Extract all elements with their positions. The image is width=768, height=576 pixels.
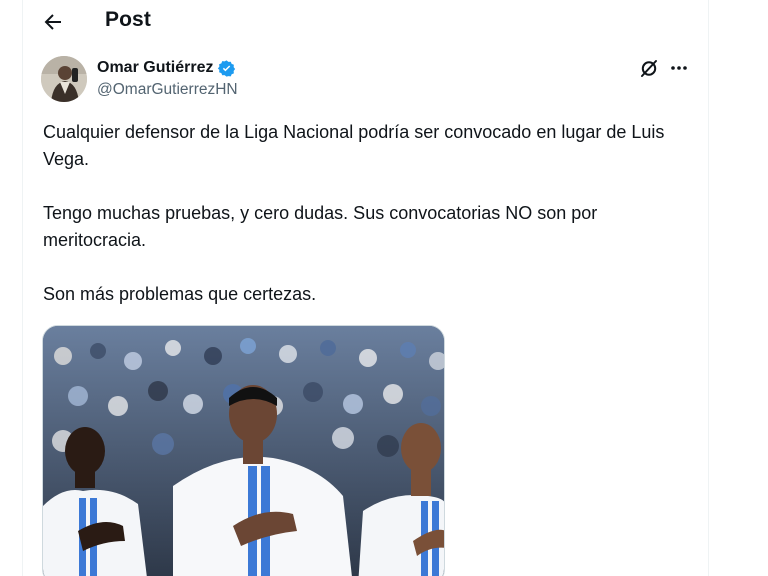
page-title: Post [105, 8, 151, 31]
arrow-left-icon [44, 14, 61, 30]
avatar-image [41, 56, 87, 102]
author-handle[interactable]: @OmarGutierrezHN [97, 81, 238, 99]
top-bar: Post [23, 0, 708, 44]
avatar[interactable] [41, 56, 87, 102]
post-body: Cualquier defensor de la Liga Nacional p… [43, 119, 693, 335]
verified-badge-icon[interactable] [217, 59, 236, 78]
post-author: Omar Gutiérrez @OmarGutierrezHN [97, 57, 238, 99]
grok-icon [641, 60, 657, 77]
post-media-photo[interactable] [42, 325, 445, 576]
grok-button[interactable] [638, 57, 660, 79]
post-paragraph: Tengo muchas pruebas, y cero dudas. Sus … [43, 203, 598, 250]
author-display-name[interactable]: Omar Gutiérrez [97, 59, 213, 77]
post-paragraph: Cualquier defensor de la Liga Nacional p… [43, 122, 665, 169]
post-detail-column: Post Omar Gutiérrez @OmarGutierrezHN Cua… [22, 0, 709, 576]
post-paragraph: Son más problemas que certezas. [43, 284, 317, 304]
back-button[interactable] [41, 10, 65, 34]
more-options-button[interactable] [668, 57, 690, 79]
more-icon [671, 66, 687, 70]
football-players-photo [43, 326, 444, 576]
author-name-row: Omar Gutiérrez [97, 57, 238, 79]
